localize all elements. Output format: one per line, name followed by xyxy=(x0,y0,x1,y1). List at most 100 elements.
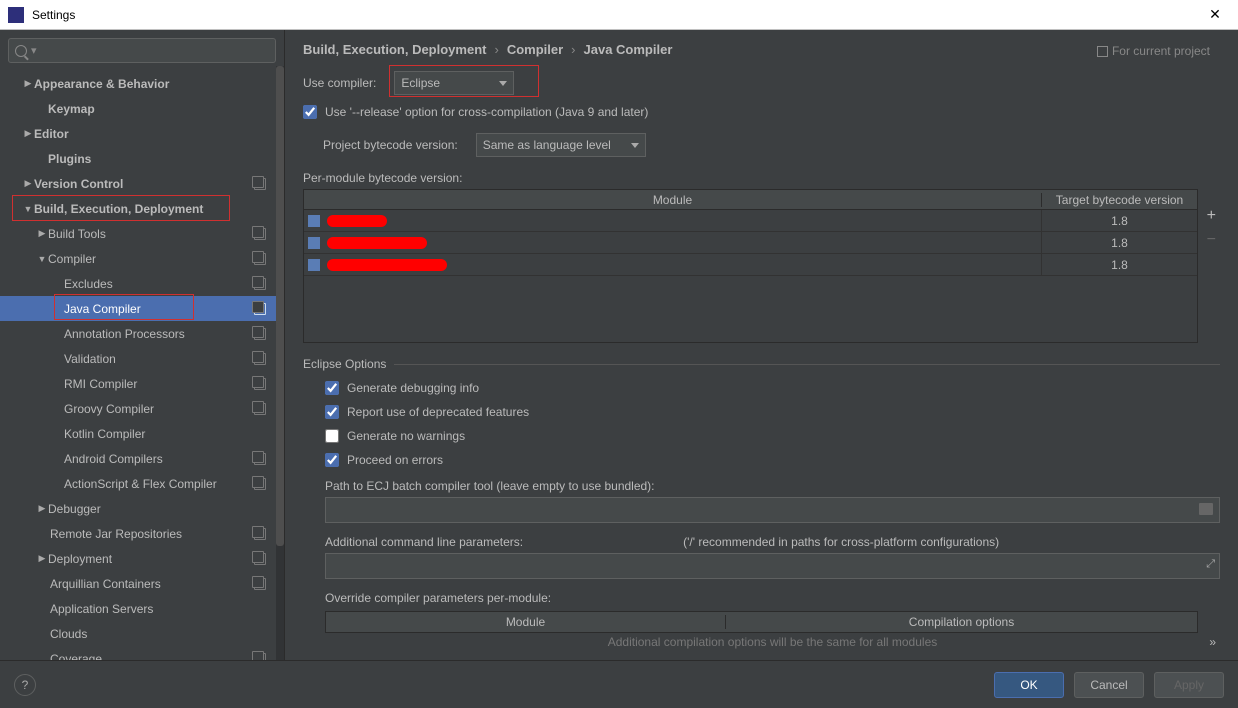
table-header-module[interactable]: Module xyxy=(304,193,1042,207)
tree-editor[interactable]: ▶Editor xyxy=(0,121,284,146)
expand-icon[interactable]: ⤢ xyxy=(1206,558,1215,571)
search-input[interactable]: ▾ xyxy=(8,38,276,63)
tree-android[interactable]: Android Compilers xyxy=(0,446,284,471)
release-option-label: Use '--release' option for cross-compila… xyxy=(325,105,648,119)
tree-excludes[interactable]: Excludes xyxy=(0,271,284,296)
table-row[interactable]: 1.8 xyxy=(304,210,1197,232)
app-logo-icon xyxy=(8,7,24,23)
apply-button[interactable]: Apply xyxy=(1154,672,1224,698)
settings-tree: ▶Appearance & Behavior Keymap ▶Editor Pl… xyxy=(0,71,284,660)
tree-coverage[interactable]: Coverage xyxy=(0,646,284,660)
tree-plugins[interactable]: Plugins xyxy=(0,146,284,171)
table-row[interactable]: 1.8 xyxy=(304,232,1197,254)
target-cell[interactable]: 1.8 xyxy=(1042,258,1197,272)
settings-sidebar: ▾ ▶Appearance & Behavior Keymap ▶Editor … xyxy=(0,30,285,660)
ecj-path-input[interactable] xyxy=(325,497,1220,523)
release-option-checkbox[interactable] xyxy=(303,105,317,119)
project-scope-hint: For current project xyxy=(1097,44,1210,58)
tree-appservers[interactable]: Application Servers xyxy=(0,596,284,621)
scope-icon xyxy=(254,328,266,340)
override-table: Module Compilation options xyxy=(325,611,1198,633)
debug-info-label: Generate debugging info xyxy=(347,381,479,395)
use-compiler-select[interactable]: Eclipse xyxy=(394,71,514,95)
sidebar-scrollbar-thumb[interactable] xyxy=(276,66,284,546)
module-icon xyxy=(308,237,320,249)
tree-java-compiler[interactable]: Java Compiler xyxy=(0,296,284,321)
help-button[interactable]: ? xyxy=(14,674,36,696)
eclipse-options-label: Eclipse Options xyxy=(303,357,386,371)
bytecode-version-label: Project bytecode version: xyxy=(323,138,458,152)
scope-icon xyxy=(254,178,266,190)
module-icon xyxy=(308,259,320,271)
tree-compiler[interactable]: ▼Compiler xyxy=(0,246,284,271)
override-expand-button[interactable]: » xyxy=(1209,635,1216,649)
tree-bed[interactable]: ▼Build, Execution, Deployment xyxy=(0,196,284,221)
cmdline-input[interactable]: ⤢ xyxy=(325,553,1220,579)
tree-keymap[interactable]: Keymap xyxy=(0,96,284,121)
breadcrumb-item: Java Compiler xyxy=(584,42,673,57)
window-title: Settings xyxy=(32,8,75,22)
override-note: Additional compilation options will be t… xyxy=(325,635,1220,649)
add-module-button[interactable]: + xyxy=(1207,209,1216,223)
settings-content: Build, Execution, Deployment › Compiler … xyxy=(285,30,1238,660)
permodule-label: Per-module bytecode version: xyxy=(303,171,1220,185)
ecj-path-label: Path to ECJ batch compiler tool (leave e… xyxy=(325,479,1220,493)
use-compiler-label: Use compiler: xyxy=(303,76,376,90)
tree-annotation[interactable]: Annotation Processors xyxy=(0,321,284,346)
search-icon xyxy=(15,45,27,57)
target-cell[interactable]: 1.8 xyxy=(1042,214,1197,228)
chevron-down-icon xyxy=(631,143,639,148)
scope-icon xyxy=(254,278,266,290)
tree-groovy[interactable]: Groovy Compiler xyxy=(0,396,284,421)
scope-icon xyxy=(254,353,266,365)
folder-icon[interactable] xyxy=(1199,503,1213,515)
remove-module-button[interactable]: − xyxy=(1207,233,1216,247)
deprecated-label: Report use of deprecated features xyxy=(347,405,529,419)
scope-icon xyxy=(254,453,266,465)
override-header-opts[interactable]: Compilation options xyxy=(726,615,1197,629)
tree-validation[interactable]: Validation xyxy=(0,346,284,371)
tree-appearance[interactable]: ▶Appearance & Behavior xyxy=(0,71,284,96)
title-bar: Settings ✕ xyxy=(0,0,1238,30)
scope-icon xyxy=(254,303,266,315)
proceed-label: Proceed on errors xyxy=(347,453,443,467)
scope-icon xyxy=(1097,46,1108,57)
scope-icon xyxy=(254,403,266,415)
table-row[interactable]: 1.8 xyxy=(304,254,1197,276)
tree-kotlin[interactable]: Kotlin Compiler xyxy=(0,421,284,446)
breadcrumb-item: Compiler xyxy=(507,42,563,57)
dialog-button-bar: ? OK Cancel Apply xyxy=(0,660,1238,708)
debug-info-checkbox[interactable] xyxy=(325,381,339,395)
deprecated-checkbox[interactable] xyxy=(325,405,339,419)
tree-rmi[interactable]: RMI Compiler xyxy=(0,371,284,396)
scope-icon xyxy=(254,478,266,490)
breadcrumb: Build, Execution, Deployment › Compiler … xyxy=(303,42,1220,57)
bytecode-version-select[interactable]: Same as language level xyxy=(476,133,646,157)
cmdline-label: Additional command line parameters: xyxy=(325,535,523,549)
tree-vcs[interactable]: ▶Version Control xyxy=(0,171,284,196)
tree-arquillian[interactable]: Arquillian Containers xyxy=(0,571,284,596)
breadcrumb-item: Build, Execution, Deployment xyxy=(303,42,486,57)
tree-build-tools[interactable]: ▶Build Tools xyxy=(0,221,284,246)
table-header-target[interactable]: Target bytecode version xyxy=(1042,193,1197,207)
scope-icon xyxy=(254,578,266,590)
tree-remote-jar[interactable]: Remote Jar Repositories xyxy=(0,521,284,546)
close-button[interactable]: ✕ xyxy=(1200,6,1230,23)
tree-asflex[interactable]: ActionScript & Flex Compiler xyxy=(0,471,284,496)
tree-debugger[interactable]: ▶Debugger xyxy=(0,496,284,521)
scope-icon xyxy=(254,228,266,240)
tree-clouds[interactable]: Clouds xyxy=(0,621,284,646)
cmdline-hint: ('/' recommended in paths for cross-plat… xyxy=(683,535,999,549)
module-icon xyxy=(308,215,320,227)
ok-button[interactable]: OK xyxy=(994,672,1064,698)
cancel-button[interactable]: Cancel xyxy=(1074,672,1144,698)
scope-icon xyxy=(254,653,266,661)
tree-deployment[interactable]: ▶Deployment xyxy=(0,546,284,571)
override-header-module[interactable]: Module xyxy=(326,615,726,629)
chevron-down-icon xyxy=(499,81,507,86)
override-label: Override compiler parameters per-module: xyxy=(325,591,1220,605)
target-cell[interactable]: 1.8 xyxy=(1042,236,1197,250)
proceed-checkbox[interactable] xyxy=(325,453,339,467)
scope-icon xyxy=(254,378,266,390)
nowarn-checkbox[interactable] xyxy=(325,429,339,443)
